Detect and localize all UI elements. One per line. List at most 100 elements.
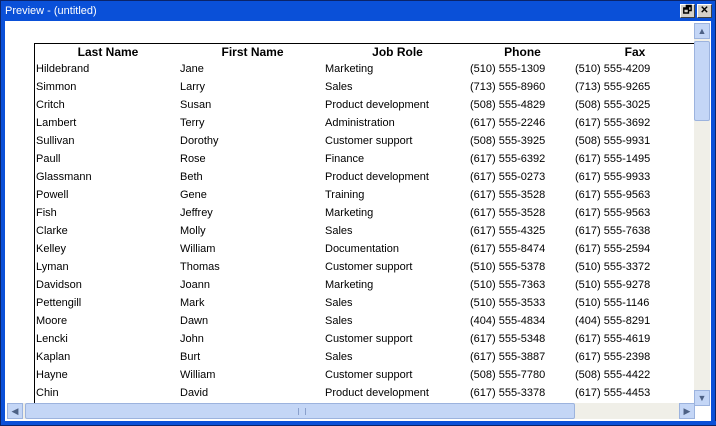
cell-last-name: Sullivan bbox=[36, 135, 75, 147]
cell-fax: (508) 555-4422 bbox=[575, 369, 651, 381]
chevron-up-icon: ▲ bbox=[697, 26, 707, 36]
table-row: Moore Dawn Sales (404) 555-4834 (404) 555-82… bbox=[35, 312, 695, 330]
cell-first-name: William bbox=[180, 243, 216, 255]
cell-fax: (617) 555-7638 bbox=[575, 225, 651, 237]
cell-first-name: John bbox=[180, 333, 204, 345]
cell-last-name: Glassmann bbox=[36, 171, 92, 183]
header-last-name: Last Name bbox=[77, 45, 139, 59]
cell-last-name: Lyman bbox=[36, 261, 69, 273]
cell-phone: (617) 555-2246 bbox=[470, 117, 546, 129]
table-row: Kelley William Documentation (617) 555-8474… bbox=[35, 240, 695, 258]
cell-phone: (617) 555-6392 bbox=[470, 153, 546, 165]
cell-fax: (508) 555-9931 bbox=[575, 135, 651, 147]
cell-job-role: Customer support bbox=[325, 369, 413, 381]
title-bar-buttons: 🗗 ✕ bbox=[680, 4, 712, 18]
cell-phone: (617) 555-8474 bbox=[470, 243, 546, 255]
cell-job-role: Documentation bbox=[325, 243, 399, 255]
cell-first-name: Beth bbox=[180, 171, 203, 183]
cell-first-name: Dawn bbox=[180, 315, 209, 327]
cell-last-name: Critch bbox=[36, 99, 65, 111]
title-bar[interactable]: Preview - (untitled) 🗗 ✕ bbox=[1, 1, 715, 21]
scroll-grip-icon bbox=[298, 408, 306, 415]
table-row: Hayne William Customer support (508) 555-77… bbox=[35, 366, 695, 384]
cell-last-name: Lambert bbox=[36, 117, 77, 129]
cell-fax: (617) 555-9563 bbox=[575, 189, 651, 201]
cell-last-name: Fish bbox=[36, 207, 57, 219]
scroll-up-button[interactable]: ▲ bbox=[694, 23, 710, 39]
cell-phone: (617) 555-4325 bbox=[470, 225, 546, 237]
cell-last-name: Chin bbox=[36, 387, 59, 399]
cell-last-name: Moore bbox=[36, 315, 68, 327]
cell-first-name: Mark bbox=[180, 297, 205, 309]
vertical-scrollbar[interactable]: ▲ ▼ bbox=[694, 23, 710, 406]
scroll-right-button[interactable]: ▶ bbox=[679, 403, 695, 419]
cell-phone: (713) 555-8960 bbox=[470, 81, 546, 93]
cell-phone: (617) 555-3528 bbox=[470, 189, 546, 201]
cell-job-role: Finance bbox=[325, 153, 365, 165]
table-row: Clarke Molly Sales (617) 555-4325 (617) 555-… bbox=[35, 222, 695, 240]
scroll-left-button[interactable]: ◀ bbox=[7, 403, 23, 419]
cell-phone: (508) 555-4829 bbox=[470, 99, 546, 111]
table-row: Fish Jeffrey Marketing (617) 555-3528 (617) … bbox=[35, 204, 695, 222]
horizontal-scrollbar[interactable]: ◀ ▶ bbox=[7, 403, 695, 419]
cell-phone: (617) 555-0273 bbox=[470, 171, 546, 183]
table-row: Critch Susan Product development (508) 555-… bbox=[35, 96, 695, 114]
vertical-scroll-thumb[interactable] bbox=[694, 41, 710, 121]
cell-phone: (508) 555-3925 bbox=[470, 135, 546, 147]
cell-last-name: Paull bbox=[36, 153, 61, 165]
cell-fax: (617) 555-4453 bbox=[575, 387, 651, 399]
cell-job-role: Sales bbox=[325, 351, 353, 363]
restore-button[interactable]: 🗗 bbox=[680, 4, 695, 18]
cell-phone: (617) 555-3528 bbox=[470, 207, 546, 219]
cell-first-name: William bbox=[180, 369, 216, 381]
cell-job-role: Marketing bbox=[325, 279, 374, 291]
cell-fax: (617) 555-9933 bbox=[575, 171, 651, 183]
cell-fax: (404) 555-8291 bbox=[575, 315, 651, 327]
cell-last-name: Kaplan bbox=[36, 351, 71, 363]
cell-phone: (510) 555-1309 bbox=[470, 63, 546, 75]
cell-fax: (510) 555-9278 bbox=[575, 279, 651, 291]
cell-first-name: Burt bbox=[180, 351, 201, 363]
scroll-down-button[interactable]: ▼ bbox=[694, 390, 710, 406]
cell-last-name: Pettengill bbox=[36, 297, 82, 309]
table-row: Pettengill Mark Sales (510) 555-3533 (510) 5… bbox=[35, 294, 695, 312]
cell-fax: (510) 555-4209 bbox=[575, 63, 651, 75]
cell-first-name: Jeffrey bbox=[180, 207, 213, 219]
cell-last-name: Powell bbox=[36, 189, 69, 201]
cell-job-role: Sales bbox=[325, 81, 353, 93]
table-row: Powell Gene Training (617) 555-3528 (617) 55… bbox=[35, 186, 695, 204]
cell-last-name: Clarke bbox=[36, 225, 68, 237]
table-row: Davidson Joann Marketing (510) 555-7363 (510… bbox=[35, 276, 695, 294]
cell-job-role: Product development bbox=[325, 387, 429, 399]
close-icon: ✕ bbox=[700, 5, 709, 16]
cell-job-role: Product development bbox=[325, 171, 429, 183]
cell-last-name: Simmon bbox=[36, 81, 77, 93]
table-row: Sullivan Dorothy Customer support (508) 555… bbox=[35, 132, 695, 150]
cell-first-name: Thomas bbox=[180, 261, 220, 273]
cell-phone: (510) 555-3533 bbox=[470, 297, 546, 309]
chevron-right-icon: ▶ bbox=[683, 406, 691, 416]
table-row: Kaplan Burt Sales (617) 555-3887 (617) 555-2… bbox=[35, 348, 695, 366]
cell-job-role: Customer support bbox=[325, 135, 413, 147]
cell-first-name: Terry bbox=[180, 117, 205, 129]
cell-last-name: Davidson bbox=[36, 279, 82, 291]
cell-job-role: Marketing bbox=[325, 207, 374, 219]
cell-job-role: Marketing bbox=[325, 63, 374, 75]
cell-job-role: Product development bbox=[325, 99, 429, 111]
horizontal-scroll-thumb[interactable] bbox=[25, 403, 575, 419]
cell-fax: (713) 555-9265 bbox=[575, 81, 651, 93]
preview-window: Preview - (untitled) 🗗 ✕ Last Name First… bbox=[0, 0, 716, 426]
cell-fax: (617) 555-4619 bbox=[575, 333, 651, 345]
table-row: Lyman Thomas Customer support (510) 555-537… bbox=[35, 258, 695, 276]
cell-job-role: Administration bbox=[325, 117, 395, 129]
cell-first-name: Molly bbox=[180, 225, 206, 237]
cell-phone: (510) 555-5378 bbox=[470, 261, 546, 273]
header-phone: Phone bbox=[504, 45, 541, 59]
cell-first-name: David bbox=[180, 387, 209, 399]
table-row: Glassmann Beth Product development (617) 55… bbox=[35, 168, 695, 186]
cell-fax: (617) 555-2594 bbox=[575, 243, 651, 255]
cell-fax: (617) 555-1495 bbox=[575, 153, 651, 165]
cell-job-role: Customer support bbox=[325, 261, 413, 273]
header-first-name: First Name bbox=[221, 45, 284, 59]
close-button[interactable]: ✕ bbox=[697, 4, 712, 18]
